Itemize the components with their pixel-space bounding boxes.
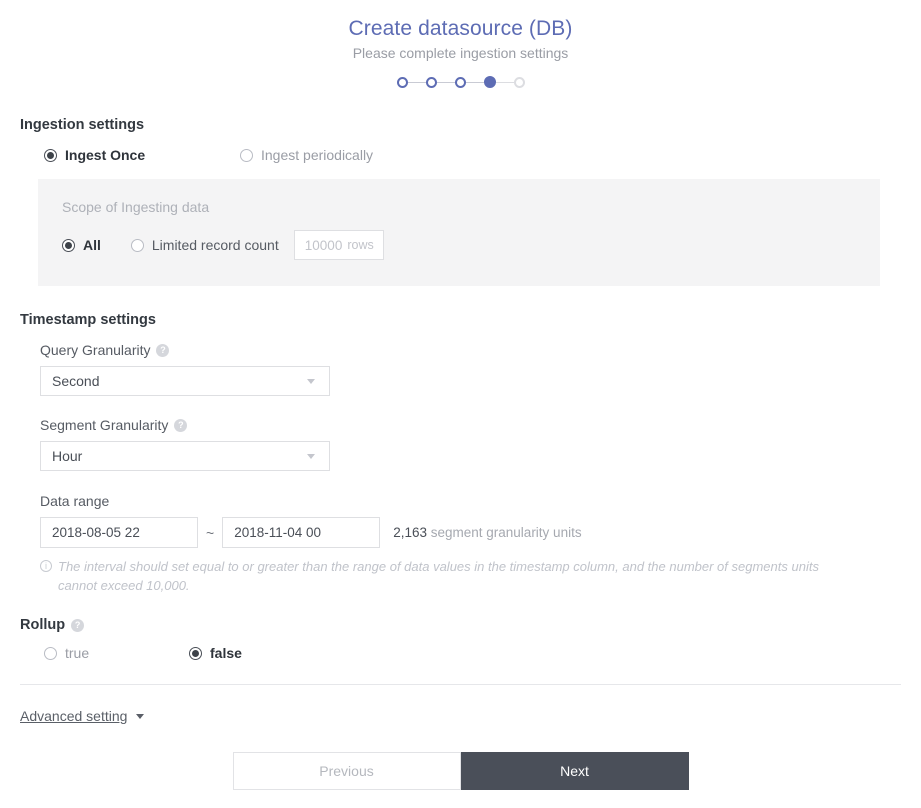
data-range-start-input[interactable]: 2018-08-05 22 bbox=[40, 517, 198, 548]
previous-button[interactable]: Previous bbox=[232, 752, 461, 790]
radio-label-scope-limited: Limited record count bbox=[151, 237, 279, 253]
chevron-down-icon bbox=[307, 453, 315, 459]
step-dot-3[interactable] bbox=[454, 76, 466, 88]
step-dot-1[interactable] bbox=[396, 76, 408, 88]
radio-mark-rollup-false bbox=[189, 646, 202, 660]
wizard-footer: Previous Next bbox=[0, 752, 921, 790]
chevron-down-icon bbox=[136, 713, 145, 719]
question-mark-icon[interactable]: ? bbox=[71, 618, 85, 632]
next-button[interactable]: Next bbox=[460, 752, 689, 790]
record-count-placeholder: 10000 bbox=[304, 237, 343, 253]
radio-scope-limited[interactable]: Limited record count bbox=[130, 237, 279, 253]
segment-granularity-field: Segment Granularity ? Hour bbox=[40, 417, 901, 471]
segment-units-note: 2,163 segment granularity units bbox=[393, 525, 581, 540]
timestamp-settings-heading: Timestamp settings bbox=[20, 312, 156, 328]
radio-label-ingest-periodically: Ingest periodically bbox=[261, 147, 374, 163]
data-range-row: 2018-08-05 22 ~ 2018-11-04 00 2,163 segm… bbox=[40, 517, 901, 548]
step-line-2 bbox=[436, 81, 455, 83]
step-dot-2[interactable] bbox=[425, 76, 437, 88]
info-icon: i bbox=[40, 560, 52, 572]
scope-panel: Scope of Ingesting data All Limited reco… bbox=[38, 179, 880, 286]
step-dot-5[interactable] bbox=[513, 76, 525, 88]
ingestion-mode-radio-group: Ingest Once Ingest periodically bbox=[44, 147, 901, 163]
record-count-unit: rows bbox=[347, 238, 374, 252]
radio-mark-ingest-once bbox=[44, 148, 57, 162]
data-range-label-row: Data range bbox=[40, 493, 901, 509]
ingestion-settings-heading: Ingestion settings bbox=[20, 117, 145, 133]
data-range-label: Data range bbox=[40, 493, 110, 509]
chevron-down-icon bbox=[307, 378, 315, 384]
data-range-separator: ~ bbox=[206, 524, 215, 541]
segment-units-label: segment granularity units bbox=[430, 525, 582, 540]
radio-label-rollup-true: true bbox=[65, 645, 90, 661]
step-line-4 bbox=[495, 81, 514, 83]
query-granularity-value: Second bbox=[52, 373, 100, 389]
segment-granularity-label: Segment Granularity bbox=[40, 417, 169, 433]
radio-ingest-periodically[interactable]: Ingest periodically bbox=[240, 147, 373, 163]
radio-label-ingest-once: Ingest Once bbox=[65, 147, 146, 163]
query-granularity-label: Query Granularity bbox=[40, 342, 151, 358]
rollup-heading: Rollup bbox=[20, 617, 66, 633]
interval-warning: i The interval should set equal to or gr… bbox=[40, 557, 861, 595]
radio-mark-scope-all bbox=[62, 238, 75, 252]
rollup-radio-group: true false bbox=[44, 645, 901, 661]
segment-units-count: 2,163 bbox=[393, 525, 427, 540]
data-range-end-input[interactable]: 2018-11-04 00 bbox=[222, 517, 381, 548]
wizard-header: Create datasource (DB) Please complete i… bbox=[0, 0, 921, 91]
query-granularity-select[interactable]: Second bbox=[40, 366, 330, 396]
radio-rollup-true[interactable]: true bbox=[44, 645, 189, 661]
data-range-field: Data range 2018-08-05 22 ~ 2018-11-04 00… bbox=[40, 493, 901, 548]
step-line-3 bbox=[465, 81, 484, 83]
query-granularity-label-row: Query Granularity ? bbox=[40, 342, 901, 358]
page-subtitle: Please complete ingestion settings bbox=[352, 45, 569, 61]
segment-granularity-select[interactable]: Hour bbox=[40, 441, 330, 471]
step-line-1 bbox=[407, 81, 426, 83]
radio-label-rollup-false: false bbox=[210, 645, 242, 661]
query-granularity-field: Query Granularity ? Second bbox=[40, 342, 901, 396]
radio-scope-all[interactable]: All bbox=[62, 237, 101, 253]
radio-mark-scope-limited bbox=[130, 238, 144, 252]
question-mark-icon[interactable]: ? bbox=[156, 343, 170, 357]
page-title: Create datasource (DB) bbox=[348, 17, 573, 40]
advanced-setting-label: Advanced setting bbox=[20, 708, 128, 724]
radio-mark-rollup-true bbox=[44, 646, 57, 660]
wizard-content: Ingestion settings Ingest Once Ingest pe… bbox=[0, 117, 921, 661]
record-count-input[interactable]: 10000 rows bbox=[293, 230, 384, 260]
segment-granularity-label-row: Segment Granularity ? bbox=[40, 417, 901, 433]
scope-panel-title: Scope of Ingesting data bbox=[62, 199, 210, 215]
scope-radio-group: All Limited record count 10000 rows bbox=[62, 230, 856, 260]
section-divider bbox=[20, 684, 901, 685]
radio-mark-ingest-periodically bbox=[240, 148, 253, 162]
radio-ingest-once[interactable]: Ingest Once bbox=[44, 147, 240, 163]
radio-label-scope-all: All bbox=[83, 237, 101, 253]
advanced-setting-toggle[interactable]: Advanced setting bbox=[20, 708, 145, 724]
interval-warning-text: The interval should set equal to or grea… bbox=[58, 559, 819, 593]
rollup-heading-row: Rollup ? bbox=[20, 617, 901, 633]
segment-granularity-value: Hour bbox=[52, 448, 83, 464]
step-dot-4-current[interactable] bbox=[483, 76, 496, 88]
question-mark-icon[interactable]: ? bbox=[174, 418, 188, 432]
radio-rollup-false[interactable]: false bbox=[189, 645, 242, 661]
step-indicator bbox=[0, 73, 921, 91]
